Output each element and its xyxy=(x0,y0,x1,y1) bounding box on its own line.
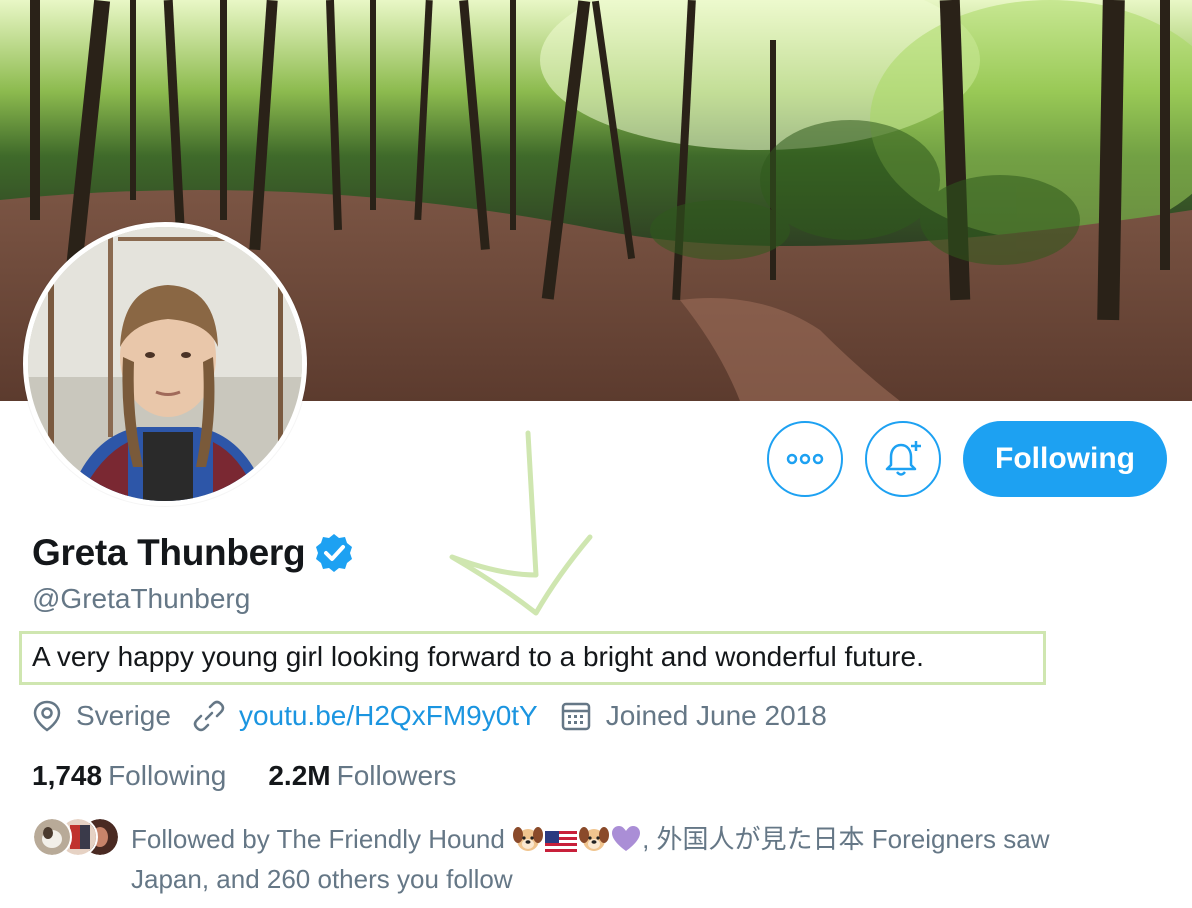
followers-count-link[interactable]: 2.2M Followers xyxy=(268,760,456,792)
more-icon xyxy=(786,453,824,465)
profile-bio: A very happy young girl looking forward … xyxy=(32,641,924,672)
verified-badge-icon xyxy=(313,532,355,574)
location-pin-icon xyxy=(33,700,61,732)
link-icon xyxy=(193,700,225,732)
avatar-photo xyxy=(28,227,302,501)
profile-handle: @GretaThunberg xyxy=(32,583,251,614)
following-label: Following xyxy=(108,760,227,791)
profile-stats: 1,748 Following 2.2M Followers xyxy=(32,760,498,792)
website-link[interactable]: youtu.be/H2QxFM9y0tY xyxy=(239,700,538,732)
followers-label: Followers xyxy=(336,760,457,791)
followed-by-prefix: Followed by The Friendly Hound xyxy=(131,824,505,854)
following-count: 1,748 xyxy=(32,760,103,791)
us-flag-emoji-icon xyxy=(545,831,578,853)
profile-avatar[interactable] xyxy=(23,222,307,506)
bell-plus-icon xyxy=(885,441,921,476)
dog-emoji-icon xyxy=(579,827,610,851)
notifications-button[interactable] xyxy=(865,421,941,497)
followed-by-avatars[interactable] xyxy=(32,817,120,857)
annotation-arrow xyxy=(449,430,593,616)
followed-by-text[interactable]: Followed by The Friendly Hound , 外国人が見た日… xyxy=(131,819,1121,899)
follower-avatar xyxy=(32,817,72,857)
location-item: Sverige xyxy=(32,700,171,732)
website-item[interactable]: youtu.be/H2QxFM9y0tY xyxy=(193,700,538,732)
profile-page: Following Greta Thunberg @GretaThunberg … xyxy=(0,0,1192,908)
joined-text: Joined June 2018 xyxy=(605,700,827,731)
location-text: Sverige xyxy=(76,700,171,731)
following-count-link[interactable]: 1,748 Following xyxy=(32,760,226,792)
profile-meta: Sverige youtu.be/H2QxFM9y0tY Joined June… xyxy=(32,700,849,732)
following-button[interactable]: Following xyxy=(963,421,1167,497)
dog-emoji-icon xyxy=(513,827,544,851)
profile-name-row: Greta Thunberg xyxy=(32,532,355,574)
profile-name: Greta Thunberg xyxy=(32,532,306,573)
purple-heart-emoji-icon xyxy=(612,826,641,851)
followers-count: 2.2M xyxy=(268,760,331,791)
calendar-icon xyxy=(561,702,590,731)
joined-item: Joined June 2018 xyxy=(560,700,827,732)
more-options-button[interactable] xyxy=(767,421,843,497)
